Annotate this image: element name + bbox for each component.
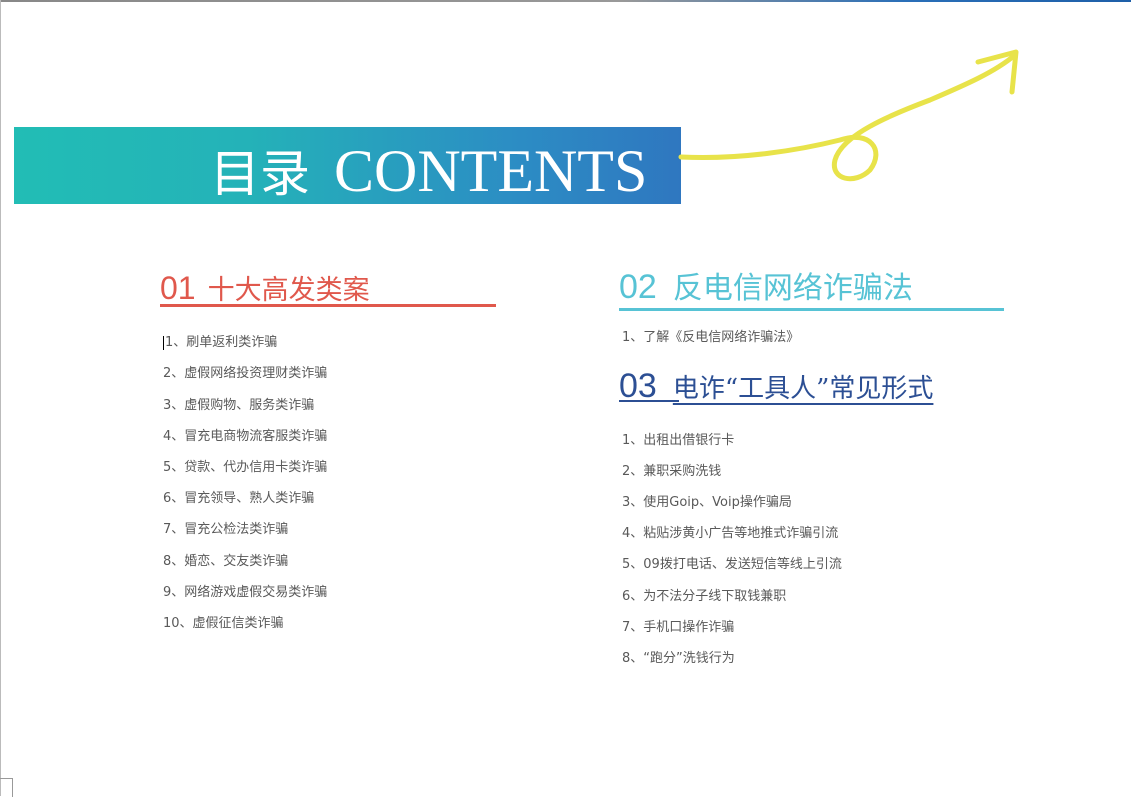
section-01-item: 9、网络游戏虚假交易类诈骗	[163, 585, 328, 600]
contents-title: 目录 CONTENTS	[210, 136, 647, 206]
section-02-item: 1、了解《反电信网络诈骗法》	[622, 330, 800, 345]
section-03-title: 电诈“工具人”常见形式	[672, 374, 934, 404]
section-01-item: 6、冒充领导、熟人类诈骗	[163, 491, 315, 506]
section-01-item: 10、虚假征信类诈骗	[163, 616, 284, 631]
section-01-item: 7、冒充公检法类诈骗	[163, 522, 289, 537]
section-03-item: 1、出租出借银行卡	[622, 433, 735, 448]
section-03-item: 2、兼职采购洗钱	[622, 464, 722, 479]
section-03-underline	[619, 400, 679, 402]
section-02-heading: 02 反电信网络诈骗法	[619, 263, 913, 307]
section-01-heading: 01 十大高发类案	[160, 268, 370, 307]
section-01-underline	[160, 304, 496, 307]
section-03-item: 7、手机口操作诈骗	[622, 620, 735, 635]
page-corner-mark	[0, 778, 13, 797]
text-cursor	[163, 335, 164, 350]
left-border-line	[0, 0, 1, 796]
section-01-item: 1、刷单返利类诈骗	[163, 335, 278, 350]
top-border-line	[0, 0, 1131, 2]
section-02-title: 反电信网络诈骗法	[672, 271, 913, 306]
contents-title-en: CONTENTS	[334, 138, 648, 204]
section-03-item: 5、09拨打电话、发送短信等线上引流	[622, 557, 842, 572]
section-03-item: 4、粘贴涉黄小广告等地推式诈骗引流	[622, 526, 839, 541]
section-01-item: 3、虚假购物、服务类诈骗	[163, 398, 315, 413]
section-03-item: 8、“跑分”洗钱行为	[622, 651, 735, 666]
section-02-number: 02	[619, 268, 657, 306]
section-01-item: 5、贷款、代办信用卡类诈骗	[163, 460, 328, 475]
section-01-item: 8、婚恋、交友类诈骗	[163, 554, 289, 569]
section-01-number: 01	[160, 270, 196, 306]
contents-title-zh: 目录	[210, 145, 310, 203]
section-03-item: 6、为不法分子线下取钱兼职	[622, 589, 787, 604]
section-03-item: 3、使用Goip、Voip操作骗局	[622, 495, 792, 510]
section-01-item: 4、冒充电商物流客服类诈骗	[163, 429, 328, 444]
section-02-underline	[619, 308, 1004, 311]
section-01-title: 十大高发类案	[207, 275, 370, 306]
section-01-item: 2、虚假网络投资理财类诈骗	[163, 366, 328, 381]
